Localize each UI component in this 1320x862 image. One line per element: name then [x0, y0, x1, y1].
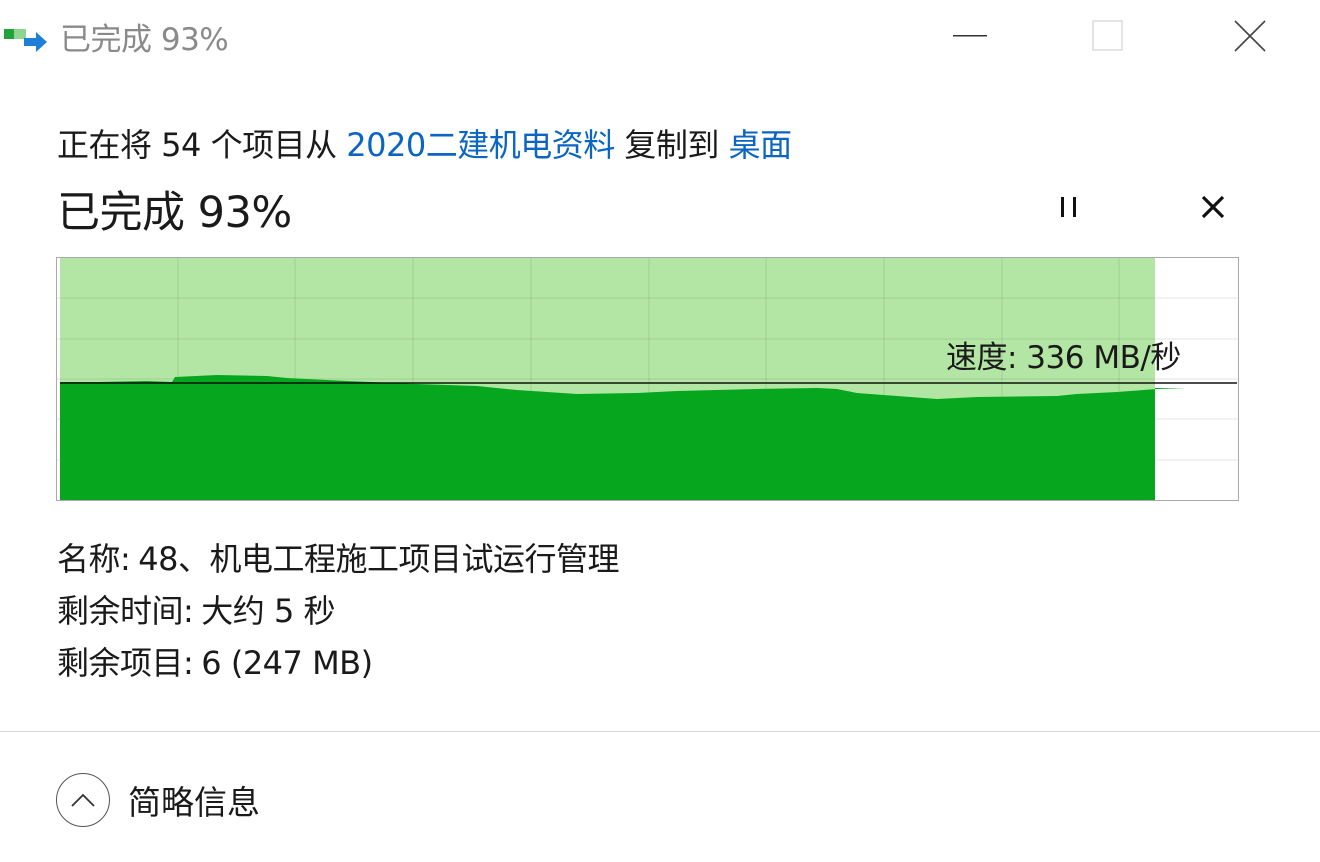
maximize-icon — [1092, 20, 1123, 51]
speed-label: 速度: 336 MB/秒 — [946, 340, 1181, 376]
pause-icon — [1061, 197, 1076, 217]
copy-progress-dialog: 已完成 93% 正在将 54 个项目从 2020二建机电资料 复制到 桌面 已完… — [0, 0, 1320, 862]
cancel-icon — [1201, 195, 1225, 219]
progress-title: 已完成 93% — [57, 188, 292, 238]
close-icon — [1234, 20, 1266, 52]
speed-graph-canvas — [57, 258, 1238, 500]
pause-button[interactable] — [1043, 182, 1097, 232]
copy-description: 正在将 54 个项目从 2020二建机电资料 复制到 桌面 — [57, 120, 792, 166]
fewer-details-label: 简略信息 — [128, 783, 260, 822]
title-bar: 已完成 93% — [0, 0, 1320, 72]
items-remaining-row: 剩余项目: 6 (247 MB) — [57, 640, 619, 692]
chevron-up-button[interactable] — [56, 773, 110, 827]
time-remaining-value: 大约 5 秒 — [201, 592, 336, 630]
items-remaining-label: 剩余项目: — [57, 644, 194, 682]
file-copy-icon — [4, 29, 47, 52]
transfer-speed-graph — [56, 257, 1239, 501]
details-panel: 名称: 48、机电工程施工项目试运行管理 剩余时间: 大约 5 秒 剩余项目: 6 (… — [57, 536, 620, 692]
description-middle: 复制到 — [614, 126, 729, 164]
maximize-button — [1068, 6, 1148, 66]
chevron-up-icon — [71, 793, 95, 807]
time-remaining-row: 剩余时间: 大约 5 秒 — [57, 588, 619, 640]
name-label: 名称: — [57, 540, 131, 578]
time-remaining-label: 剩余时间: — [57, 592, 194, 630]
footer-divider — [0, 731, 1320, 732]
fewer-details-toggle[interactable]: 简略信息 — [56, 771, 260, 829]
name-value: 48、机电工程施工项目试运行管理 — [138, 540, 620, 578]
close-button[interactable] — [1210, 6, 1290, 66]
description-prefix: 正在将 54 个项目从 — [57, 126, 347, 164]
minimize-button[interactable] — [930, 6, 1010, 66]
source-folder-link[interactable]: 2020二建机电资料 — [346, 126, 615, 164]
items-remaining-value: 6 (247 MB) — [201, 644, 373, 682]
window-title: 已完成 93% — [60, 22, 229, 58]
destination-folder-link[interactable]: 桌面 — [729, 126, 793, 164]
name-row: 名称: 48、机电工程施工项目试运行管理 — [57, 536, 620, 588]
cancel-button[interactable] — [1186, 182, 1240, 232]
minimize-icon — [953, 35, 987, 37]
